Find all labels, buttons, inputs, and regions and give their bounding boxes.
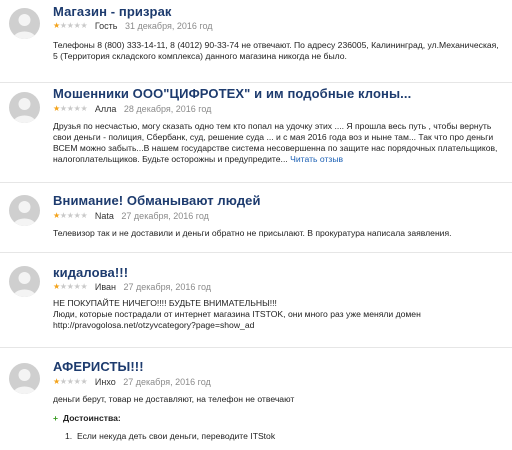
review-body: НЕ ПОКУПАЙТЕ НИЧЕГО!!!! БУДЬТЕ ВНИМАТЕЛЬ… bbox=[53, 298, 503, 331]
review-body: Телевизор так и не доставили и деньги об… bbox=[53, 228, 452, 238]
avatar bbox=[9, 195, 40, 226]
review-date: 27 декабря, 2016 год bbox=[123, 281, 212, 292]
review-item: кидалова!!! ★★★★★ Иван 27 декабря, 2016 … bbox=[0, 252, 512, 348]
review-meta: ★★★★★ Гость 31 декабря, 2016 год bbox=[53, 20, 213, 32]
review-author: Алла bbox=[94, 103, 117, 114]
review-body-line: Люди, которые пострадали от интернет маг… bbox=[53, 309, 421, 319]
pros-heading: + Достоинства: bbox=[53, 413, 121, 423]
rating-stars: ★★★★★ bbox=[53, 282, 88, 292]
review-body: Телефоны 8 (800) 333-14-11, 8 (4012) 90-… bbox=[53, 40, 499, 61]
review-body-line: http://pravogolosa.net/otzyvcategory?pag… bbox=[53, 320, 255, 330]
review-author: Инхо bbox=[94, 376, 116, 387]
review-meta: ★★★★★ Алла 28 декабря, 2016 год bbox=[53, 103, 211, 115]
review-item: АФЕРИСТЫ!!! ★★★★★ Инхо 27 декабря, 2016 … bbox=[0, 347, 512, 450]
review-author: Иван bbox=[94, 281, 117, 292]
review-author: Nata bbox=[94, 210, 114, 221]
pros-list-item: 1. Если некуда деть свои деньги, перевод… bbox=[65, 431, 276, 441]
rating-stars: ★★★★★ bbox=[53, 104, 88, 114]
review-title[interactable]: Мошенники ООО"ЦИФРОТЕХ" и им подобные кл… bbox=[53, 86, 411, 101]
review-title[interactable]: АФЕРИСТЫ!!! bbox=[53, 359, 144, 374]
read-more-link[interactable]: Читать отзыв bbox=[290, 154, 343, 164]
review-title[interactable]: Магазин - призрак bbox=[53, 4, 172, 19]
review-body-text: Друзья по несчастью, могу сказать одно т… bbox=[53, 121, 498, 164]
review-body: деньги берут, товар не доставляют, на те… bbox=[53, 394, 295, 404]
review-date: 31 декабря, 2016 год bbox=[125, 20, 213, 31]
review-date: 27 декабря, 2016 год bbox=[123, 376, 211, 387]
review-meta: ★★★★★ Инхо 27 декабря, 2016 год bbox=[53, 376, 211, 388]
review-item: Магазин - призрак ★★★★★ Гость 31 декабря… bbox=[0, 0, 512, 83]
avatar bbox=[9, 266, 40, 297]
review-item: Внимание! Обманывают людей ★★★★★ Nata 27… bbox=[0, 182, 512, 253]
avatar bbox=[9, 8, 40, 39]
avatar bbox=[9, 92, 40, 123]
rating-stars: ★★★★★ bbox=[53, 377, 88, 387]
rating-stars: ★★★★★ bbox=[53, 211, 88, 221]
list-number: 1. bbox=[65, 431, 77, 441]
plus-icon: + bbox=[53, 413, 59, 423]
review-body: Друзья по несчастью, могу сказать одно т… bbox=[53, 121, 503, 165]
rating-stars: ★★★★★ bbox=[53, 21, 88, 31]
review-author: Гость bbox=[94, 20, 118, 31]
review-meta: ★★★★★ Иван 27 декабря, 2016 год bbox=[53, 281, 211, 293]
review-date: 27 декабря, 2016 год bbox=[121, 210, 209, 221]
review-item: Мошенники ООО"ЦИФРОТЕХ" и им подобные кл… bbox=[0, 82, 512, 183]
review-title[interactable]: кидалова!!! bbox=[53, 265, 128, 280]
review-title[interactable]: Внимание! Обманывают людей bbox=[53, 193, 261, 208]
review-body-line: НЕ ПОКУПАЙТЕ НИЧЕГО!!!! БУДЬТЕ ВНИМАТЕЛЬ… bbox=[53, 298, 277, 308]
review-date: 28 декабря, 2016 год bbox=[123, 103, 212, 114]
review-meta: ★★★★★ Nata 27 декабря, 2016 год bbox=[53, 210, 209, 222]
avatar bbox=[9, 363, 40, 394]
